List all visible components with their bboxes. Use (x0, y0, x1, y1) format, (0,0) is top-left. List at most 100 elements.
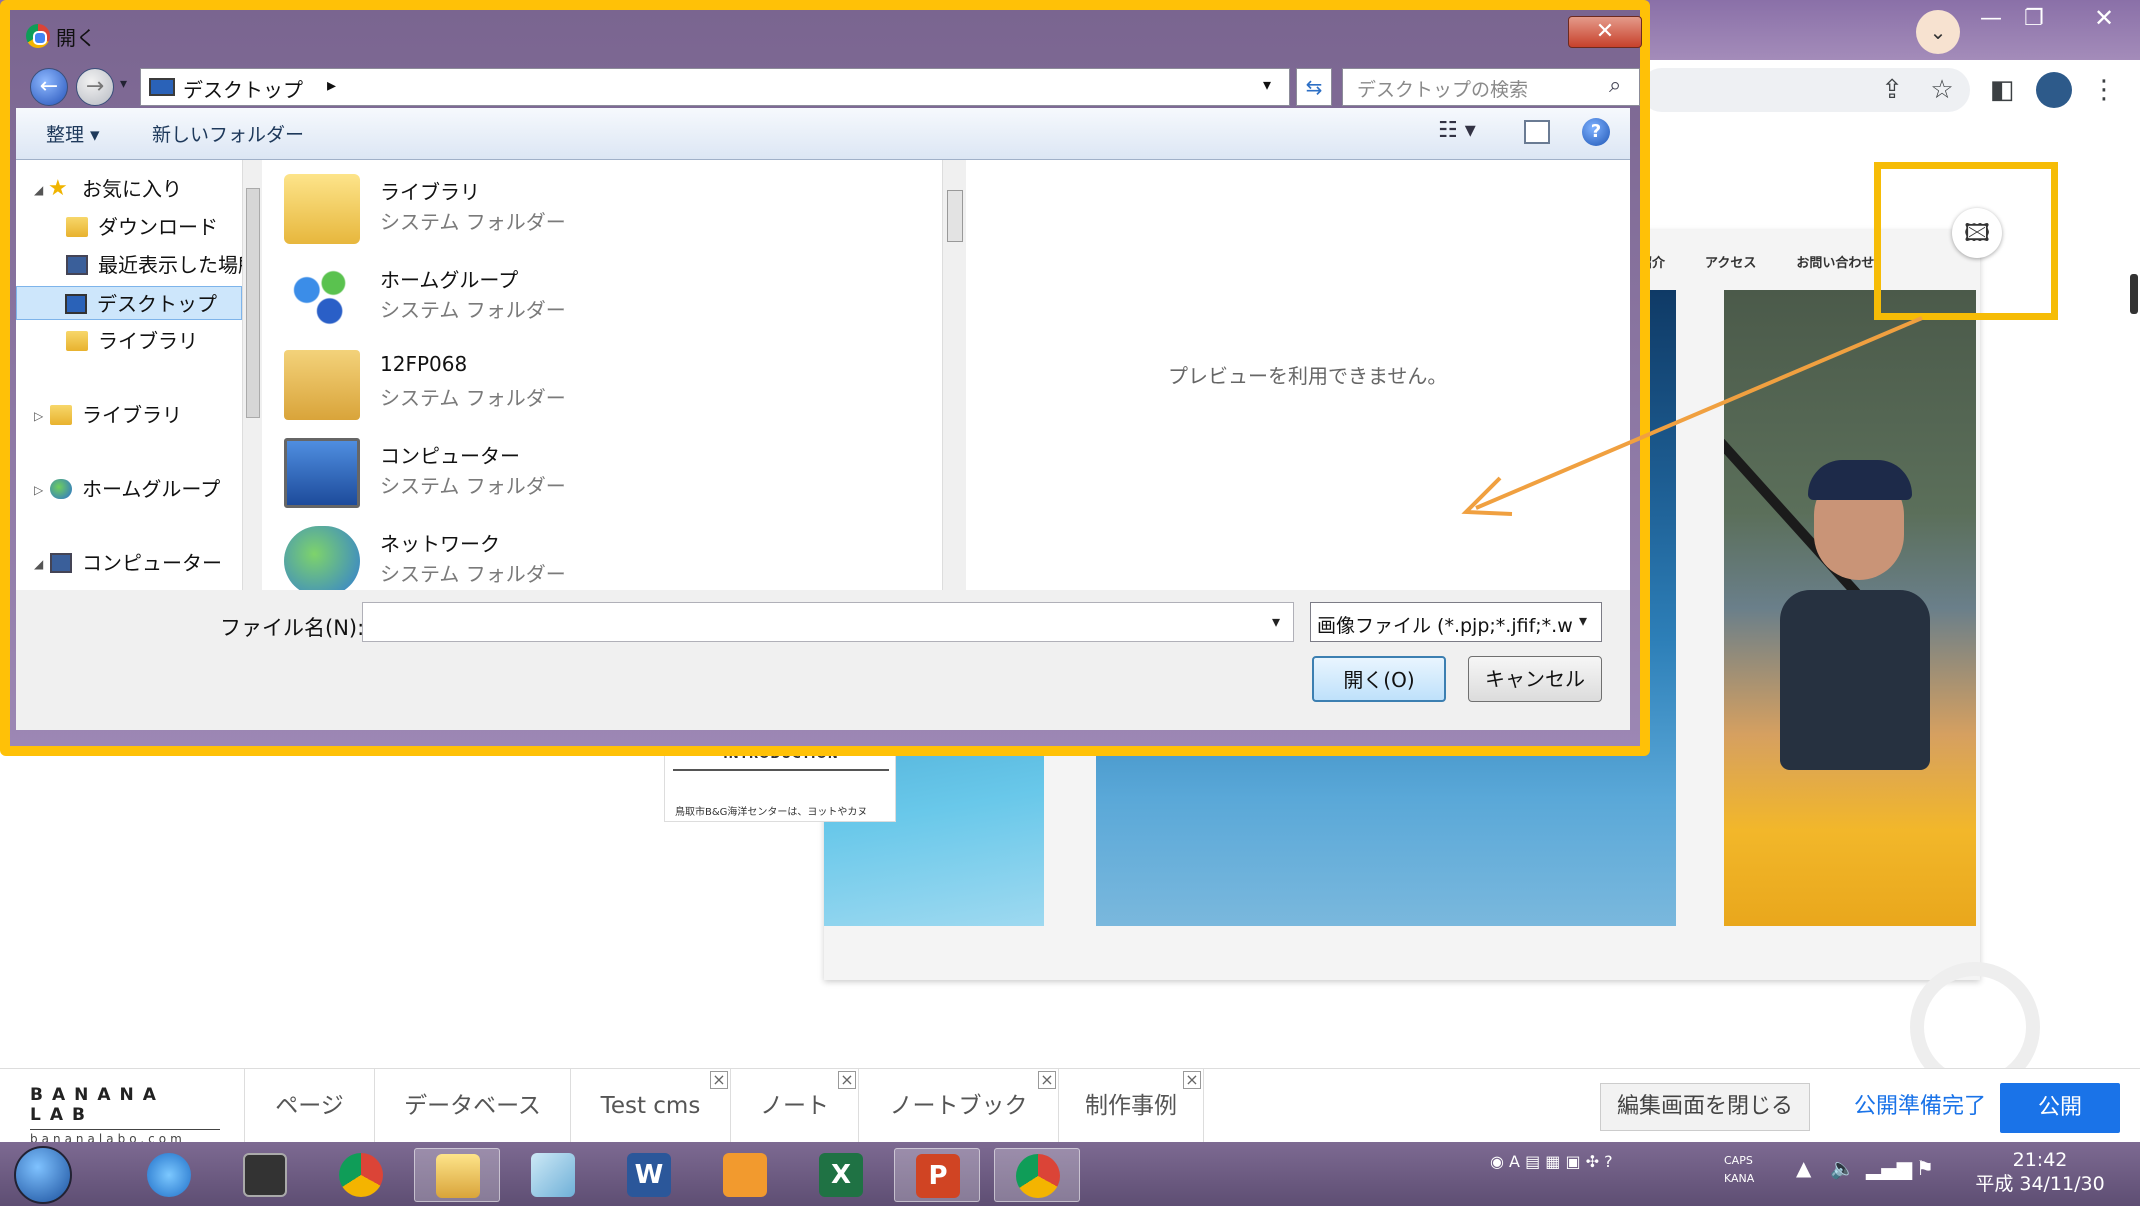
tab-notebook[interactable]: ノートブック × (858, 1069, 1058, 1143)
chevron-down-icon[interactable]: ▾ (1263, 75, 1271, 94)
chrome-icon (26, 24, 50, 48)
preview-pane-icon[interactable] (1524, 120, 1550, 144)
library-folder-icon (284, 174, 360, 244)
location-breadcrumb[interactable]: デスクトップ ▸ ▾ (140, 68, 1290, 106)
chevron-right-icon[interactable]: ▸ (327, 75, 336, 96)
search-box[interactable]: デスクトップの検索 ⌕ (1342, 68, 1640, 106)
kayaker-cap-shape (1808, 460, 1912, 500)
breadcrumb-desktop[interactable]: デスクトップ (183, 74, 303, 103)
page-scrollbar-thumb[interactable] (2130, 274, 2138, 314)
nav-item-downloads[interactable]: ダウンロード (16, 210, 242, 244)
file-type-filter[interactable]: 画像ファイル (*.pjp;*.jfif;*.w ▾ (1310, 602, 1602, 642)
desktop-icon (65, 294, 87, 314)
tab-note[interactable]: ノート × (730, 1069, 858, 1143)
computer-icon (50, 553, 72, 573)
tab-close-icon[interactable]: × (1183, 1071, 1201, 1089)
tab-close-icon[interactable]: × (838, 1071, 856, 1089)
nav-item-libraries[interactable]: ▷ ライブラリ (16, 398, 242, 432)
filename-dropdown-icon[interactable]: ▾ (1272, 612, 1280, 631)
desktop-icon (149, 78, 175, 96)
tab-pages[interactable]: ページ (244, 1069, 374, 1143)
intro-text: 鳥取市B&G海洋センターは、ヨットやカヌ (675, 807, 868, 818)
organize-menu[interactable]: 整理 ▾ (46, 120, 100, 147)
chrome-active-icon[interactable] (994, 1148, 1080, 1202)
search-input[interactable]: デスクトップの検索 (1357, 75, 1528, 102)
preview-pane: プレビューを利用できません。 (968, 160, 1630, 590)
tab-works[interactable]: 制作事例 × (1058, 1069, 1204, 1143)
file-item-libraries[interactable]: ライブラリ システム フォルダー (266, 166, 936, 254)
notepad-icon[interactable] (510, 1148, 596, 1202)
new-folder-button[interactable]: 新しいフォルダー (152, 120, 304, 147)
recent-locations-dropdown-icon[interactable]: ▾ (120, 76, 127, 92)
dialog-main-pane: ◢ ★ お気に入り ダウンロード 最近表示した場所 デスクトップ ライブラリ ▷… (16, 160, 1630, 596)
refresh-icon[interactable]: ⇆ (1296, 68, 1332, 106)
nav-item-favorites[interactable]: ◢ ★ お気に入り (16, 172, 242, 206)
nav-pane-scroll-thumb[interactable] (246, 188, 260, 418)
search-icon[interactable]: ⌕ (1609, 73, 1621, 98)
taskbar-clock[interactable]: 21:42 平成 34/11/30 (1960, 1148, 2120, 1196)
word-icon[interactable]: W (606, 1148, 692, 1202)
share-icon[interactable]: ⇪ (1870, 68, 1914, 112)
explorer-icon[interactable] (414, 1148, 500, 1202)
excel-icon[interactable]: X (798, 1148, 884, 1202)
nav-item-libraries-fav[interactable]: ライブラリ (16, 324, 242, 358)
side-panel-icon[interactable]: ◧ (1980, 68, 2024, 112)
chrome-taskbar-icon[interactable] (318, 1148, 404, 1202)
restore-icon[interactable]: ❐ (2024, 6, 2044, 31)
kayaker-photo (1724, 290, 1976, 926)
filename-input[interactable] (362, 602, 1294, 642)
tab-search-icon[interactable]: ⌄ (1916, 10, 1960, 54)
publish-button[interactable]: 公開 (2000, 1083, 2120, 1133)
tab-close-icon[interactable]: × (710, 1071, 728, 1089)
dialog-close-button[interactable]: ✕ (1568, 16, 1642, 48)
view-options-icon[interactable]: ☷ ▾ (1438, 118, 1476, 143)
action-center-flag-icon[interactable]: ⚑ (1916, 1156, 1934, 1180)
star-icon: ★ (48, 176, 68, 201)
ie-icon[interactable] (126, 1148, 212, 1202)
windows-taskbar: W X P ◉ A ▤ ▦ ▣ ✣ ? CAPS KANA ▲ 🔈 ▂▄▆ ⚑ … (0, 1142, 2140, 1206)
close-editor-button[interactable]: 編集画面を閉じる (1600, 1083, 1810, 1131)
computer-icon (284, 438, 360, 508)
tray-expand-icon[interactable]: ▲ (1796, 1156, 1811, 1180)
start-button[interactable] (14, 1146, 72, 1204)
tab-close-icon[interactable]: × (1038, 1071, 1056, 1089)
banana-lab-logo: BANANA LAB bananalabo.com (30, 1085, 220, 1146)
preview-unavailable-text: プレビューを利用できません。 (1168, 364, 1448, 388)
file-list: ライブラリ システム フォルダー ホームグループ システム フォルダー 12FP… (266, 160, 942, 596)
minimize-icon[interactable]: — (1980, 6, 2002, 31)
close-window-icon[interactable]: ✕ (2094, 4, 2114, 32)
site-nav-item[interactable]: アクセス (1705, 252, 1756, 271)
file-item-homegroup[interactable]: ホームグループ システム フォルダー (266, 254, 936, 342)
tab-test-cms[interactable]: Test cms × (570, 1069, 730, 1143)
help-icon[interactable]: ? (1582, 118, 1610, 146)
profile-avatar[interactable] (2036, 72, 2072, 108)
file-list-scroll-thumb[interactable] (947, 190, 963, 242)
network-signal-icon[interactable]: ▂▄▆ (1866, 1156, 1912, 1180)
homegroup-icon (284, 262, 360, 332)
media-player-icon[interactable] (702, 1148, 788, 1202)
open-button[interactable]: 開く(O) (1312, 656, 1446, 702)
file-item-user-folder[interactable]: 12FP068 システム フォルダー (266, 342, 936, 430)
bookmark-star-icon[interactable]: ☆ (1920, 68, 1964, 112)
nav-pane-scrollbar[interactable] (242, 160, 262, 590)
chevron-down-icon[interactable]: ▾ (1579, 611, 1587, 630)
file-item-computer[interactable]: コンピューター システム フォルダー (266, 430, 936, 518)
download-folder-icon (66, 217, 88, 237)
tab-database[interactable]: データベース (374, 1069, 570, 1143)
forward-arrow-icon[interactable]: → (76, 68, 114, 106)
powerpoint-icon[interactable]: P (894, 1148, 980, 1202)
file-list-scrollbar[interactable] (942, 160, 966, 590)
nav-item-computer[interactable]: ◢ コンピューター (16, 546, 242, 580)
volume-icon[interactable]: 🔈 (1830, 1156, 1855, 1180)
site-nav-item[interactable]: お問い合わせ (1796, 252, 1874, 271)
nav-item-desktop[interactable]: デスクトップ (16, 286, 242, 320)
ready-to-publish-button[interactable]: 公開準備完了 (1830, 1083, 2010, 1131)
system-tray-icons[interactable]: ◉ A ▤ ▦ ▣ ✣ ? (1490, 1152, 1613, 1171)
cancel-button[interactable]: キャンセル (1468, 656, 1602, 702)
kebab-menu-icon[interactable]: ⋮ (2082, 68, 2126, 112)
cms-bottom-bar: BANANA LAB bananalabo.com ページ データベース Tes… (0, 1068, 2140, 1146)
back-arrow-icon[interactable]: ← (30, 68, 68, 106)
nav-item-homegroup[interactable]: ▷ ホームグループ (16, 472, 242, 506)
eye-app-icon[interactable] (222, 1148, 308, 1202)
nav-item-recent-places[interactable]: 最近表示した場所 (16, 248, 242, 282)
